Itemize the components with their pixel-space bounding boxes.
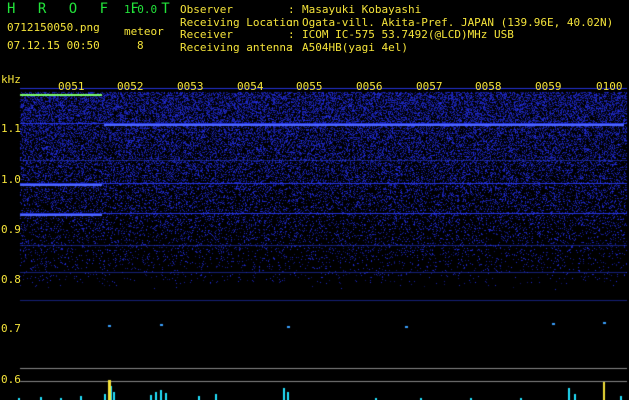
info-key: Receiver <box>180 28 233 41</box>
info-value: Masayuki Kobayashi <box>302 3 422 16</box>
x-tick-label: 0057 <box>416 80 443 93</box>
y-tick-label: 1.1 <box>1 122 21 135</box>
x-tick-label: 0100 <box>596 80 623 93</box>
x-tick-label: 0055 <box>296 80 323 93</box>
hrofft-window: H R O F F T 1.0.0 0712150050.png 07.12.1… <box>0 0 629 400</box>
info-key: Receiving antenna <box>180 40 293 54</box>
app-version: 1.0.0 <box>124 3 158 16</box>
y-tick-label: 0.9 <box>1 223 21 236</box>
meteor-label: meteor <box>124 25 164 38</box>
file-name: 0712150050.png <box>7 21 100 34</box>
x-tick-label: 0051 <box>58 80 85 93</box>
info-row-observer: Observer: Masayuki Kobayashi <box>180 3 613 17</box>
y-tick-label: 1.0 <box>1 173 21 186</box>
x-tick-label: 0058 <box>475 80 502 93</box>
info-value: A504HB(yagi 4el) <box>302 40 408 54</box>
info-separator: : <box>288 28 295 41</box>
y-tick-label: 0.8 <box>1 273 21 286</box>
y-tick-label: 0.7 <box>1 322 21 335</box>
x-tick-label: 0053 <box>177 80 204 93</box>
station-info: Observer: Masayuki Kobayashi Receiving Lo… <box>180 3 613 55</box>
info-row-receiver: Receiver: ICOM IC-575 53.7492(@LCD)MHz US… <box>180 28 613 42</box>
file-datetime: 07.12.15 00:50 <box>7 39 100 52</box>
y-axis-unit: kHz <box>1 73 21 86</box>
spectrogram <box>0 0 629 400</box>
info-value: ICOM IC-575 53.7492(@LCD)MHz USB <box>302 28 514 41</box>
info-row-antenna: Receiving antenna: A504HB(yagi 4el) <box>180 40 613 55</box>
info-key: Observer <box>180 3 233 16</box>
meteor-count: 8 <box>137 39 144 52</box>
info-separator: : <box>288 40 295 54</box>
x-tick-label: 0056 <box>356 80 383 93</box>
info-separator: : <box>288 3 295 16</box>
x-tick-label: 0059 <box>535 80 562 93</box>
x-tick-label: 0052 <box>117 80 144 93</box>
x-tick-label: 0054 <box>237 80 264 93</box>
y-tick-label: 0.6 <box>1 373 21 386</box>
